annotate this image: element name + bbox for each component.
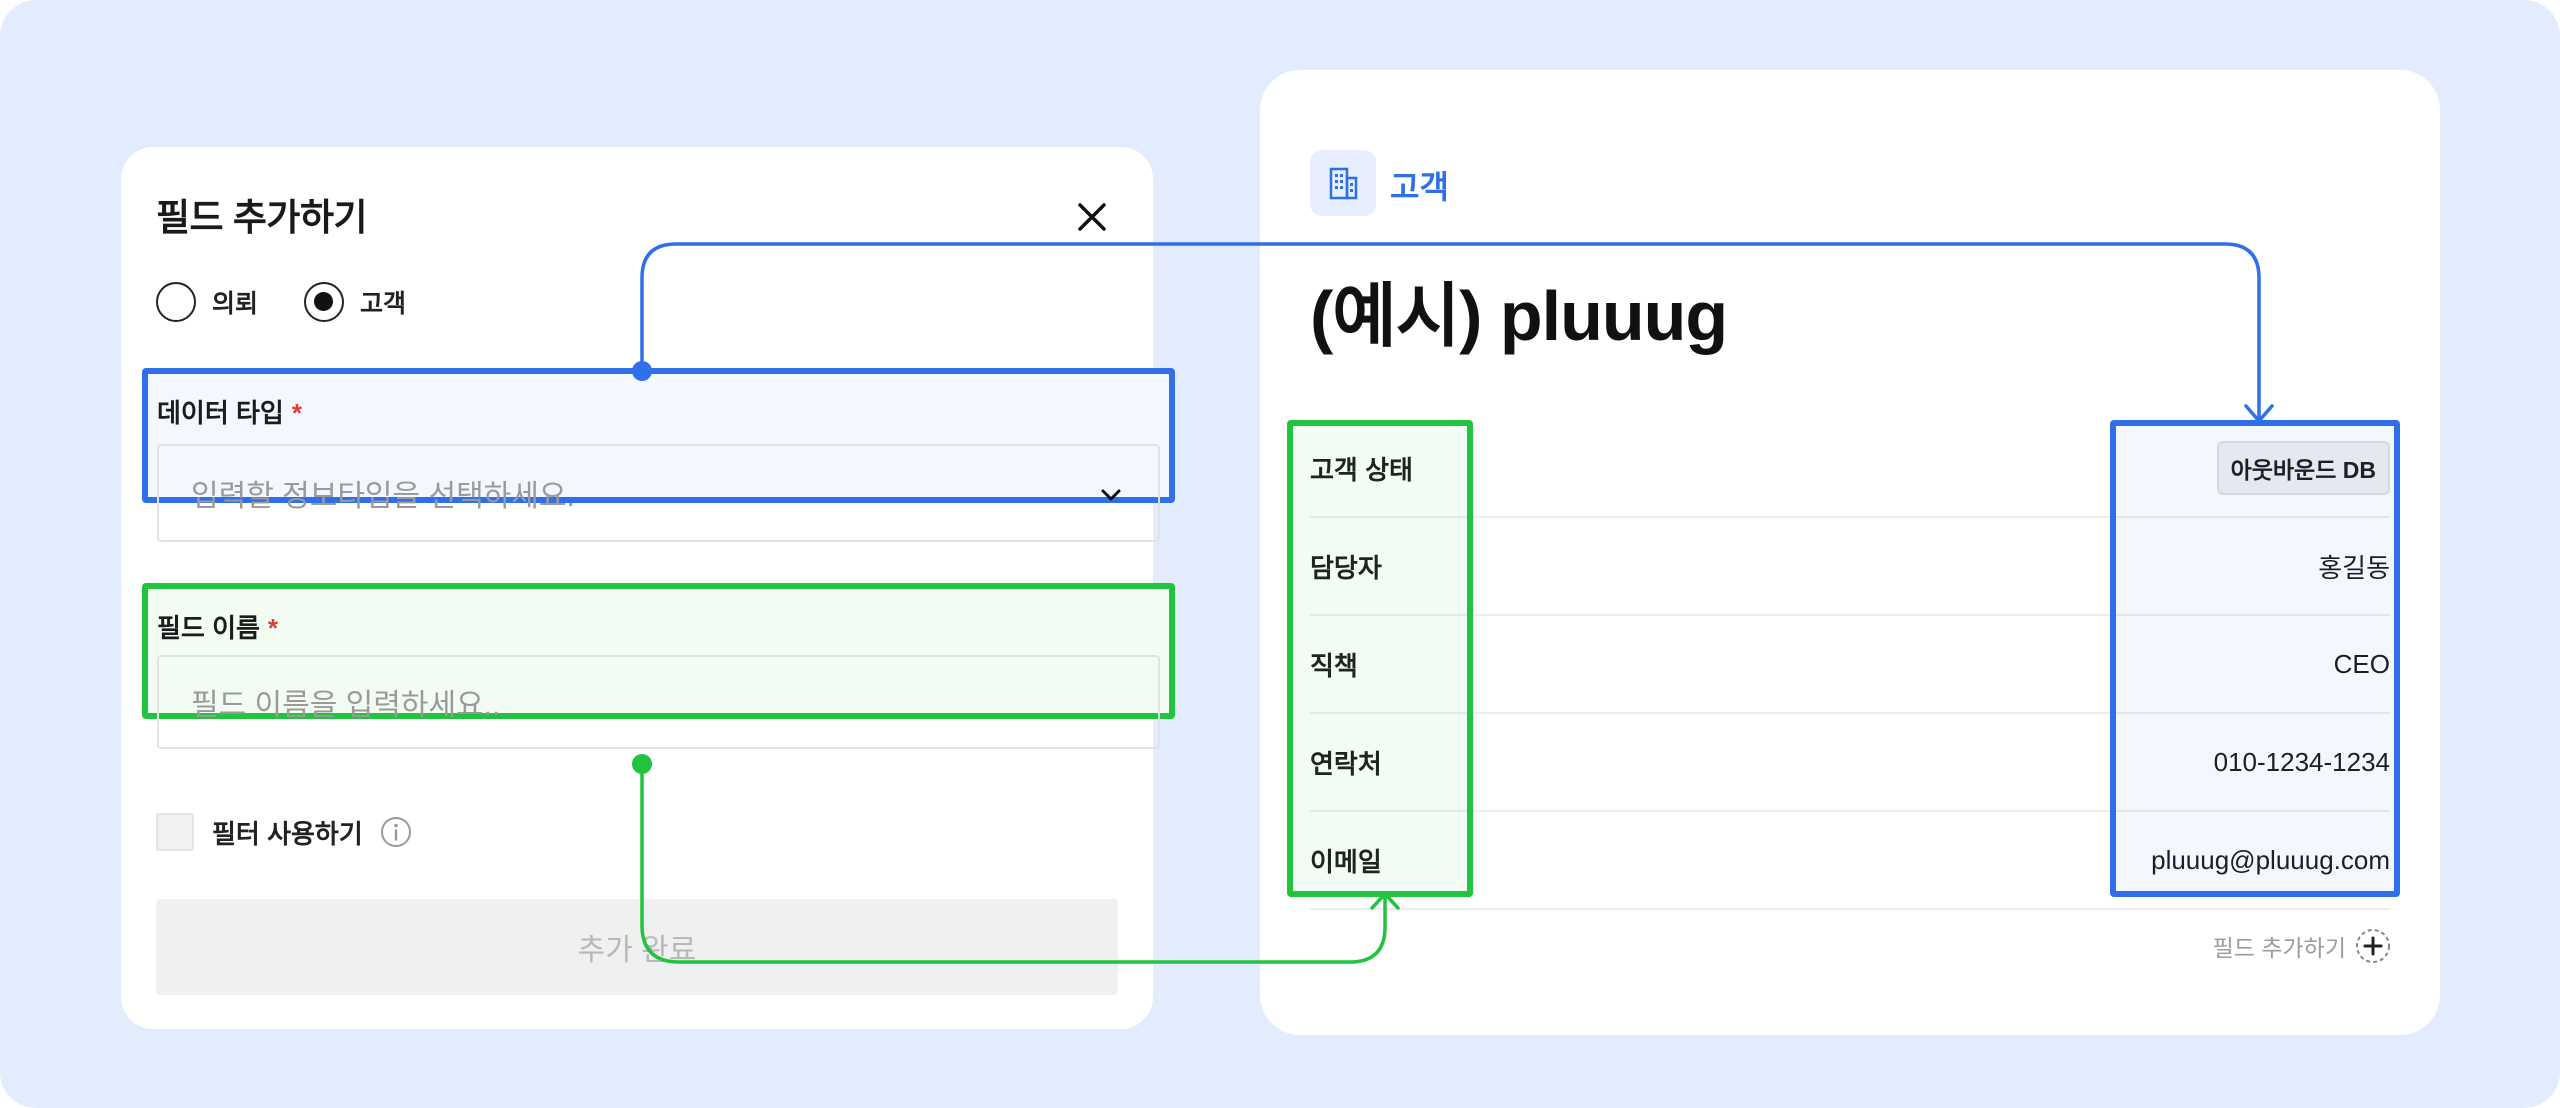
- field-row-email: 이메일 pluuug@pluuug.com: [1310, 812, 2390, 910]
- filter-checkbox-label: 필터 사용하기: [212, 818, 363, 849]
- radio-label-request: 의뢰: [212, 290, 259, 318]
- record-fields: 고객 상태 아웃바운드 DB 담당자 홍길동 직책 CEO 연락처 010-12…: [1310, 420, 2390, 910]
- row-label: 담당자: [1310, 552, 1382, 583]
- field-row-status: 고객 상태 아웃바운드 DB: [1310, 420, 2390, 518]
- filter-checkbox[interactable]: [156, 813, 194, 851]
- row-value[interactable]: pluuug@pluuug.com: [2151, 812, 2390, 908]
- row-label: 연락처: [1310, 748, 1382, 779]
- field-name-placeholder: 필드 이름을 입력하세요..: [191, 689, 501, 722]
- data-type-label: 데이터 타입 *: [157, 393, 302, 430]
- radio-label-customer: 고객: [360, 290, 407, 318]
- filter-option: 필터 사용하기: [156, 813, 413, 851]
- radio-request[interactable]: [156, 282, 196, 322]
- submit-button[interactable]: 추가 완료: [156, 899, 1118, 995]
- record-title: (예시) pluuug: [1310, 277, 1728, 355]
- field-row-contact: 연락처 010-1234-1234: [1310, 714, 2390, 812]
- row-label: 직책: [1310, 650, 1358, 681]
- data-type-field: 데이터 타입 * 입력할 정보타입을 선택하세요.: [142, 368, 1175, 542]
- plus-icon: [2356, 929, 2390, 963]
- close-icon: [1078, 203, 1106, 231]
- field-row-manager: 담당자 홍길동: [1310, 518, 2390, 616]
- category-badge: [1310, 150, 1376, 216]
- chevron-down-icon: [1101, 489, 1121, 501]
- row-value[interactable]: 010-1234-1234: [2214, 714, 2390, 810]
- row-value: 아웃바운드 DB: [2216, 420, 2390, 516]
- field-name-label: 필드 이름 *: [157, 608, 278, 645]
- row-value[interactable]: 홍길동: [2318, 518, 2390, 614]
- add-field-label: 필드 추가하기: [2212, 935, 2346, 961]
- radio-option-request[interactable]: 의뢰: [156, 282, 258, 322]
- required-mark: *: [291, 398, 302, 428]
- status-badge[interactable]: 아웃바운드 DB: [2216, 441, 2390, 495]
- target-radio-group: 의뢰 고객: [156, 282, 452, 322]
- field-row-position: 직책 CEO: [1310, 616, 2390, 714]
- add-field-button[interactable]: 필드 추가하기: [2213, 927, 2392, 965]
- data-type-select[interactable]: 입력할 정보타입을 선택하세요.: [157, 444, 1160, 542]
- radio-option-customer[interactable]: 고객: [304, 282, 406, 322]
- field-name-label-text: 필드 이름: [157, 613, 260, 643]
- close-button[interactable]: [1072, 197, 1112, 237]
- modal-title: 필드 추가하기: [156, 197, 368, 238]
- building-icon: [1329, 167, 1358, 200]
- row-label: 고객 상태: [1310, 454, 1413, 485]
- required-mark: *: [267, 613, 279, 643]
- data-type-placeholder: 입력할 정보타입을 선택하세요.: [191, 480, 575, 513]
- radio-customer[interactable]: [304, 282, 345, 322]
- category-label: 고객: [1390, 169, 1449, 205]
- illustration-canvas: 필드 추가하기 의뢰 고객 데이터 타입* 입력할 정보타입을 선택하세요.: [0, 0, 2560, 1108]
- field-name-field: 필드 이름 * 필드 이름을 입력하세요..: [142, 583, 1175, 749]
- customer-record-card: 고객 (예시) pluuug 고객 상태 아웃바운드 DB 담당자 홍길동 직책…: [1260, 70, 2440, 1035]
- row-value[interactable]: CEO: [2334, 616, 2390, 712]
- info-icon[interactable]: [379, 815, 413, 849]
- field-name-input[interactable]: 필드 이름을 입력하세요..: [157, 655, 1160, 749]
- row-label: 이메일: [1310, 846, 1382, 877]
- add-field-modal: 필드 추가하기 의뢰 고객 데이터 타입* 입력할 정보타입을 선택하세요.: [121, 147, 1175, 1029]
- data-type-label-text: 데이터 타입: [157, 398, 284, 428]
